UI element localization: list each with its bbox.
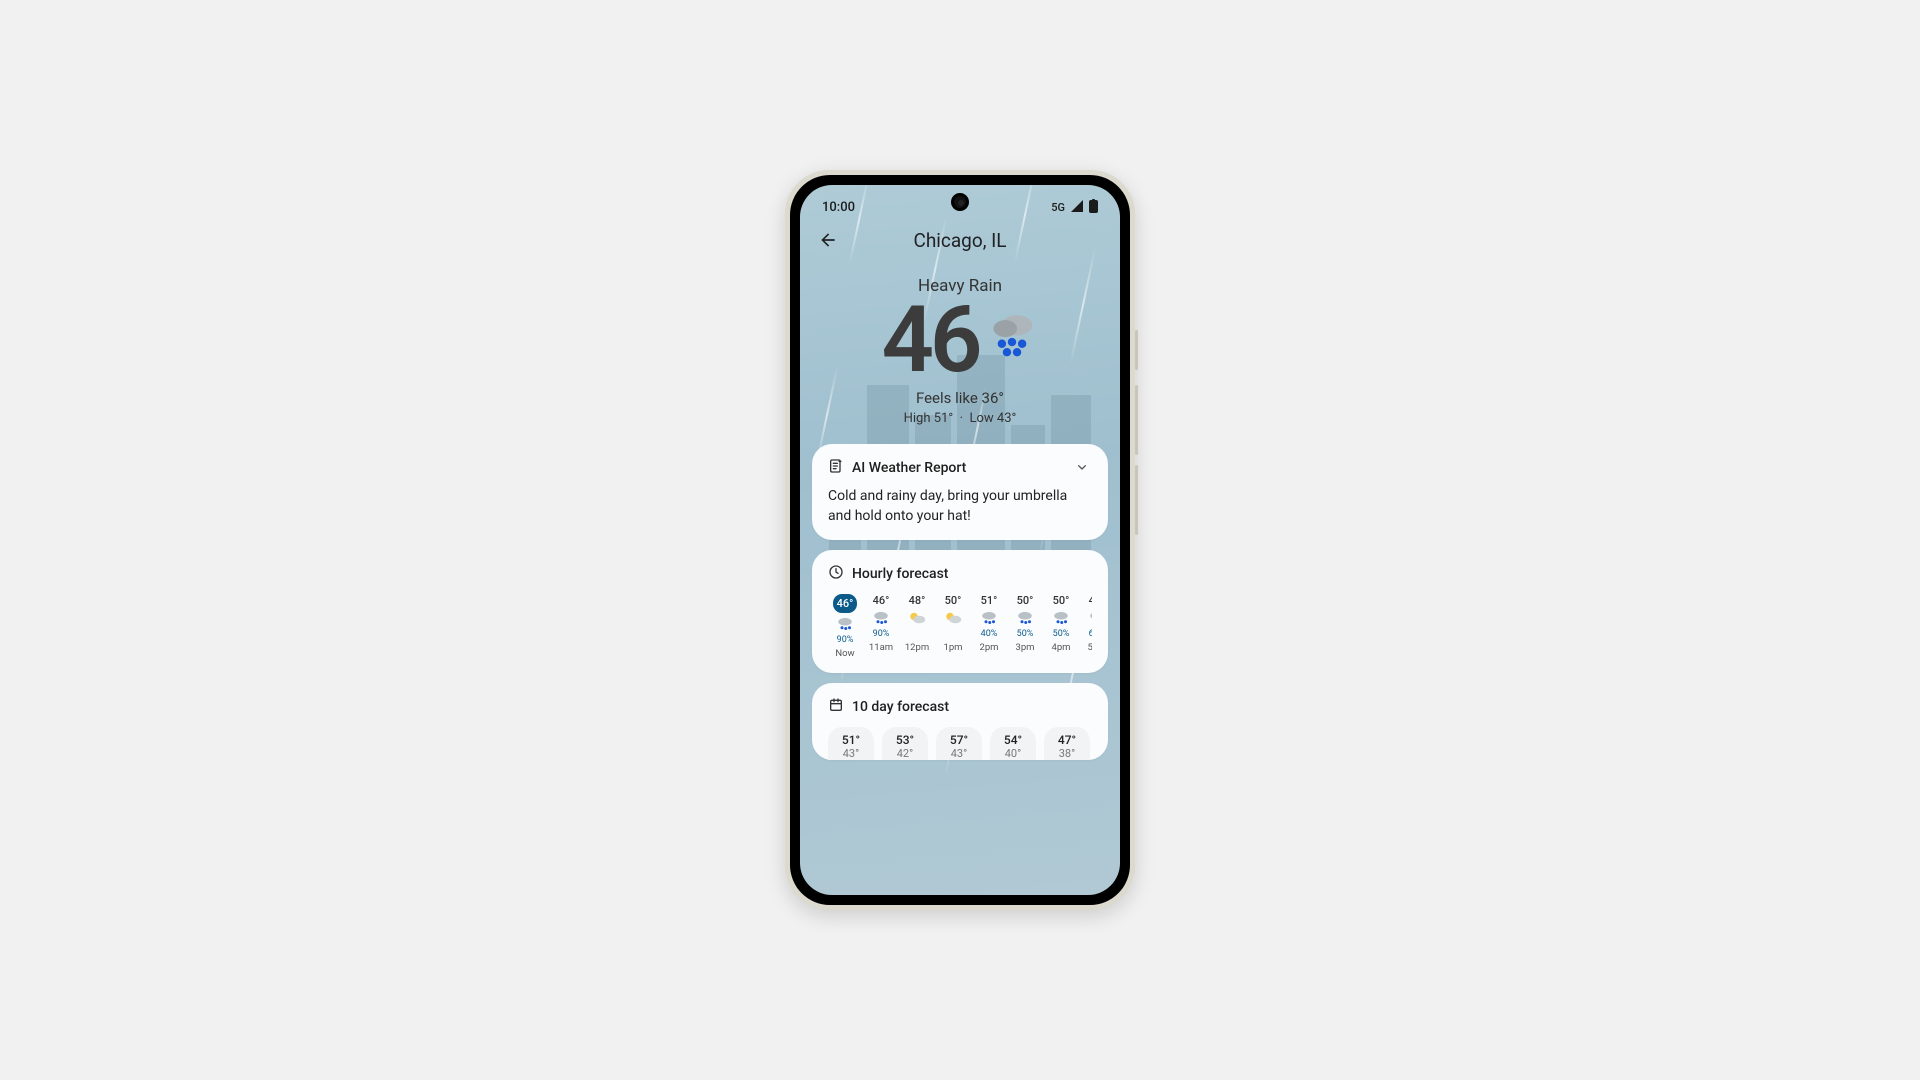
rain-icon xyxy=(980,610,998,626)
daily-row[interactable]: 51°43°53°42°57°43°54°40°47°38°45°34° xyxy=(828,727,1092,760)
hour-temp: 48° xyxy=(909,594,926,607)
day-col[interactable]: 54°40° xyxy=(990,727,1036,760)
hour-time: 12pm xyxy=(905,642,929,653)
hour-precip: 40% xyxy=(981,629,998,639)
hour-time: 3pm xyxy=(1015,642,1034,653)
day-high: 53° xyxy=(886,733,924,747)
hour-time: 1pm xyxy=(943,642,962,653)
chevron-down-icon xyxy=(1074,459,1092,477)
low-value: 43° xyxy=(997,411,1016,426)
location-title: Chicago, IL xyxy=(800,229,1120,252)
day-high: 57° xyxy=(940,733,978,747)
high-low: High 51° · Low 43° xyxy=(810,411,1110,426)
day-high: 51° xyxy=(832,733,870,747)
day-low: 43° xyxy=(832,747,870,760)
hour-col[interactable]: 50° 50% 3pm xyxy=(1008,594,1042,659)
hour-col[interactable]: 48° 12pm xyxy=(900,594,934,659)
daily-forecast-card[interactable]: 10 day forecast 51°43°53°42°57°43°54°40°… xyxy=(812,683,1108,760)
hour-time: 2pm xyxy=(979,642,998,653)
volume-up-button xyxy=(1135,385,1138,455)
hour-temp: 50° xyxy=(945,594,962,607)
day-high: 54° xyxy=(994,733,1032,747)
hour-precip: 90% xyxy=(837,635,854,645)
current-conditions: Heavy Rain 46 xyxy=(800,258,1120,434)
calendar-icon xyxy=(828,697,844,717)
hour-precip: 90% xyxy=(873,629,890,639)
app-header: Chicago, IL xyxy=(800,218,1120,258)
hour-col[interactable]: 50° 50% 4pm xyxy=(1044,594,1078,659)
hour-temp: 51° xyxy=(981,594,998,607)
hour-col[interactable]: 51° 40% 2pm xyxy=(972,594,1006,659)
side-button xyxy=(1135,330,1138,370)
hour-time: Now xyxy=(835,648,854,659)
daily-title: 10 day forecast xyxy=(852,699,949,715)
hour-col[interactable]: 46° 90% Now xyxy=(828,594,862,659)
day-high: 47° xyxy=(1048,733,1086,747)
signal-icon xyxy=(1070,200,1084,215)
ai-weather-card[interactable]: AI Weather Report Cold and rainy day, br… xyxy=(812,444,1108,541)
day-col[interactable]: 57°43° xyxy=(936,727,982,760)
rain-icon xyxy=(872,610,890,626)
day-low: 40° xyxy=(994,747,1032,760)
sparkle-doc-icon xyxy=(828,458,844,478)
hour-col[interactable]: 49° 60% 5pm xyxy=(1080,594,1092,659)
high-value: 51° xyxy=(934,411,953,426)
hour-col[interactable]: 46° 90% 11am xyxy=(864,594,898,659)
feels-like: Feels like 36° xyxy=(810,389,1110,407)
hour-temp: 49° xyxy=(1089,594,1092,607)
partly-cloudy-icon xyxy=(944,610,962,626)
clock-icon xyxy=(828,564,844,584)
hour-time: 4pm xyxy=(1051,642,1070,653)
hourly-row[interactable]: 46° 90% Now 46° 90% 11am 48° 12pm 50° 1pm 51° 40% 2p… xyxy=(828,594,1092,659)
hour-time: 11am xyxy=(869,642,893,653)
front-camera xyxy=(951,193,969,211)
rain-icon xyxy=(1088,610,1092,626)
hour-temp: 46° xyxy=(873,594,890,607)
phone-frame: 10:00 5G xyxy=(785,170,1135,910)
hourly-forecast-card[interactable]: Hourly forecast 46° 90% Now 46° 90% 11am 48° 12… xyxy=(812,550,1108,673)
high-label: High xyxy=(904,411,931,426)
ai-card-text: Cold and rainy day, bring your umbrella … xyxy=(828,486,1092,527)
day-low: 42° xyxy=(886,747,924,760)
hour-temp: 50° xyxy=(1053,594,1070,607)
current-temp: 46 xyxy=(881,300,978,383)
rain-icon xyxy=(836,616,854,632)
hour-precip: 60% xyxy=(1089,629,1092,639)
rain-icon xyxy=(1052,610,1070,626)
partly-cloudy-icon xyxy=(908,610,926,626)
hour-col[interactable]: 50° 1pm xyxy=(936,594,970,659)
day-col[interactable]: 47°38° xyxy=(1044,727,1090,760)
ai-card-title: AI Weather Report xyxy=(852,460,966,476)
hour-temp: 46° xyxy=(833,594,858,613)
low-label: Low xyxy=(970,411,994,426)
phone-screen: 10:00 5G xyxy=(800,185,1120,895)
hour-precip: 50% xyxy=(1053,629,1070,639)
hour-temp: 50° xyxy=(1017,594,1034,607)
hour-precip: 50% xyxy=(1017,629,1034,639)
day-col[interactable]: 53°42° xyxy=(882,727,928,760)
hourly-title: Hourly forecast xyxy=(852,566,948,582)
rain-icon xyxy=(1016,610,1034,626)
hour-time: 5pm xyxy=(1087,642,1092,653)
heavy-rain-icon xyxy=(985,310,1039,368)
day-low: 43° xyxy=(940,747,978,760)
volume-down-button xyxy=(1135,465,1138,535)
day-col[interactable]: 51°43° xyxy=(828,727,874,760)
status-network: 5G xyxy=(1051,201,1065,214)
day-low: 38° xyxy=(1048,747,1086,760)
status-time: 10:00 xyxy=(822,200,855,215)
battery-icon xyxy=(1089,199,1098,216)
